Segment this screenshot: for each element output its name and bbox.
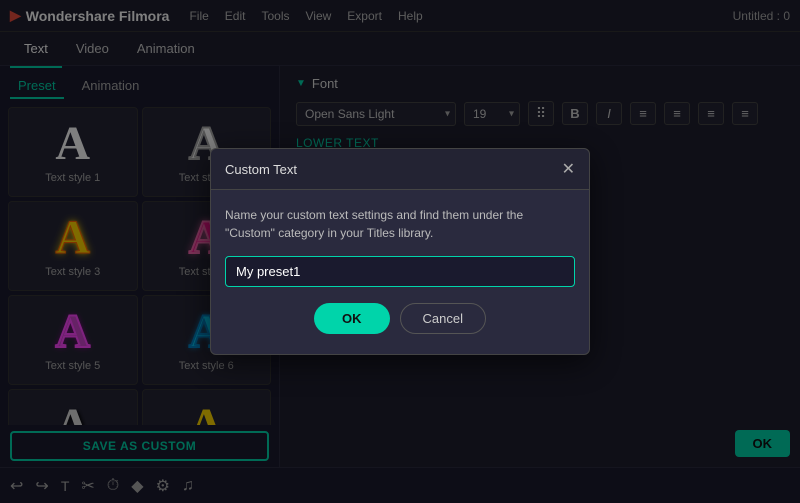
modal-preset-name-input[interactable]	[225, 256, 575, 287]
modal-description: Name your custom text settings and find …	[225, 206, 575, 242]
modal-body: Name your custom text settings and find …	[211, 190, 589, 354]
modal-cancel-button[interactable]: Cancel	[400, 303, 486, 334]
modal-header: Custom Text ✕	[211, 149, 589, 190]
modal-ok-button[interactable]: OK	[314, 303, 390, 334]
modal-footer: OK Cancel	[225, 303, 575, 338]
custom-text-modal: Custom Text ✕ Name your custom text sett…	[210, 148, 590, 355]
app-window: ▶ Wondershare Filmora File Edit Tools Vi…	[0, 0, 800, 503]
modal-title: Custom Text	[225, 162, 297, 177]
modal-overlay: Custom Text ✕ Name your custom text sett…	[0, 0, 800, 503]
modal-close-button[interactable]: ✕	[562, 159, 575, 179]
